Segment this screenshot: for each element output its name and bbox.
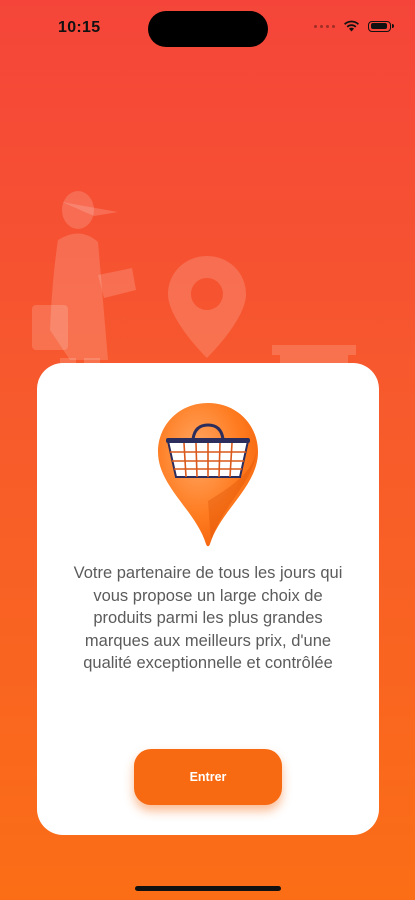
enter-button[interactable]: Entrer: [134, 749, 282, 805]
dynamic-island: [148, 11, 268, 47]
cellular-signal-icon: [314, 24, 335, 28]
status-time: 10:15: [58, 19, 101, 36]
battery-icon: [368, 20, 394, 32]
welcome-card: Votre partenaire de tous les jours qui v…: [37, 363, 379, 835]
battery-fill: [370, 23, 387, 29]
location-pin-icon: [168, 256, 246, 358]
wifi-icon: [344, 20, 359, 32]
welcome-description: Votre partenaire de tous les jours qui v…: [73, 564, 343, 672]
status-bar: 10:15: [0, 0, 415, 56]
home-indicator[interactable]: [135, 886, 281, 891]
basket-map-pin-icon: [158, 403, 258, 547]
status-icons: [314, 20, 394, 32]
